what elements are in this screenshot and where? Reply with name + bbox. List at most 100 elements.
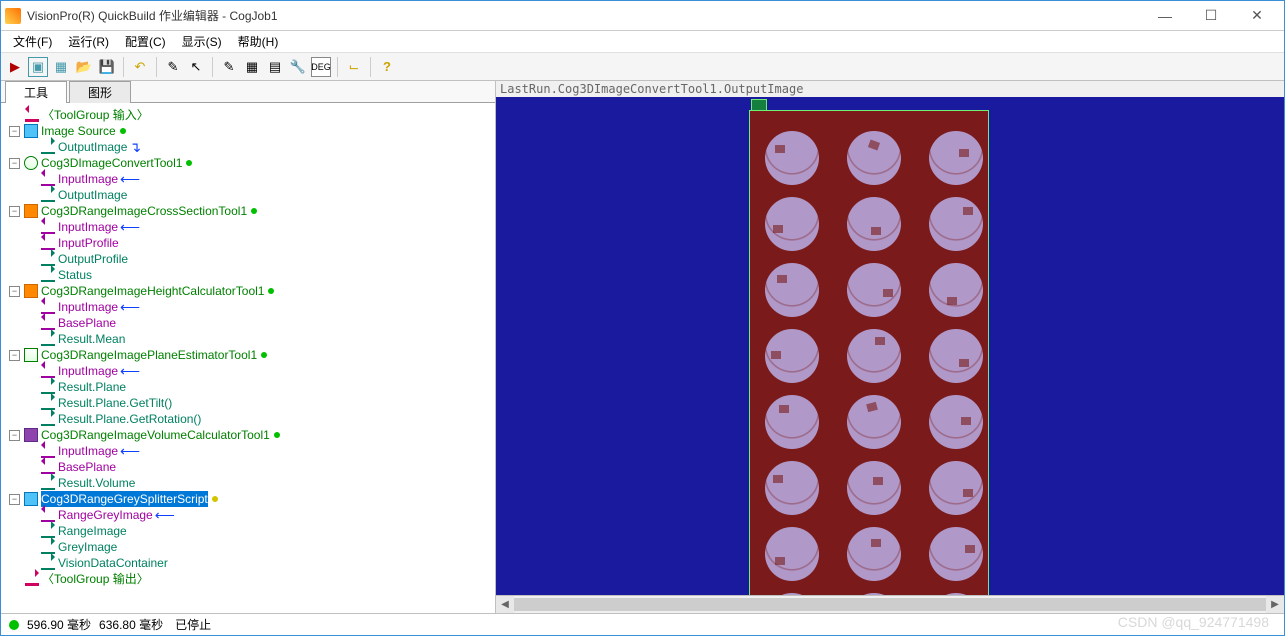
menu-file[interactable]: 文件(F): [7, 31, 58, 52]
expander-icon[interactable]: −: [9, 158, 20, 169]
output-arrow-icon: [41, 556, 55, 570]
output-arrow-icon: [41, 396, 55, 410]
input-arrow-icon: [41, 444, 55, 458]
menu-help[interactable]: 帮助(H): [232, 31, 285, 52]
tool-3d-image-convert[interactable]: Cog3DImageConvertTool1: [41, 155, 182, 171]
tab-tool[interactable]: 工具: [5, 81, 67, 103]
wand-button[interactable]: ✎: [163, 57, 183, 77]
port-output-image[interactable]: OutputImage: [58, 139, 127, 155]
port-result-mean[interactable]: Result.Mean: [58, 331, 125, 347]
open-button[interactable]: 📂: [74, 57, 94, 77]
plane-est-icon: [24, 348, 38, 362]
tool-plane-estimator[interactable]: Cog3DRangeImagePlaneEstimatorTool1: [41, 347, 257, 363]
output-arrow-icon: [41, 524, 55, 538]
run-button[interactable]: ▶: [5, 57, 25, 77]
minimize-button[interactable]: —: [1142, 2, 1188, 30]
edit-button[interactable]: ✎: [219, 57, 239, 77]
axis-button[interactable]: ⌙: [344, 57, 364, 77]
step-button[interactable]: ▣: [28, 57, 48, 77]
output-arrow-icon: [41, 268, 55, 282]
status-dot-icon: [212, 496, 218, 502]
input-arrow-icon: [41, 508, 55, 522]
input-arrow-icon: [41, 460, 55, 474]
tab-graphic[interactable]: 图形: [69, 81, 131, 103]
maximize-button[interactable]: ☐: [1188, 2, 1234, 30]
cross-section-icon: [24, 204, 38, 218]
menu-run[interactable]: 运行(R): [62, 31, 115, 52]
port-input-image[interactable]: InputImage: [58, 363, 118, 379]
port-get-rotation[interactable]: Result.Plane.GetRotation(): [58, 411, 201, 427]
volume-calc-icon: [24, 428, 38, 442]
tool-cross-section[interactable]: Cog3DRangeImageCrossSectionTool1: [41, 203, 247, 219]
port-input-profile[interactable]: InputProfile: [58, 235, 119, 251]
save-button[interactable]: 💾: [97, 57, 117, 77]
input-arrow-icon: [41, 236, 55, 250]
port-status[interactable]: Status: [58, 267, 92, 283]
port-get-tilt[interactable]: Result.Plane.GetTilt(): [58, 395, 172, 411]
expander-icon[interactable]: −: [9, 494, 20, 505]
expander-icon[interactable]: −: [9, 350, 20, 361]
scroll-left-button[interactable]: ◀: [496, 596, 514, 613]
port-output-image[interactable]: OutputImage: [58, 187, 127, 203]
pick-button[interactable]: ↖: [186, 57, 206, 77]
tool-grey-splitter[interactable]: Cog3DRangeGreySplitterScript: [41, 491, 208, 507]
input-arrow-icon: [41, 220, 55, 234]
convert-icon: [24, 156, 38, 170]
app-icon: [5, 8, 21, 24]
expander-icon[interactable]: −: [9, 206, 20, 217]
port-input-image[interactable]: InputImage: [58, 299, 118, 315]
script-button[interactable]: DEG: [311, 57, 331, 77]
link-arrow-icon: ⟵: [120, 445, 140, 457]
help-button[interactable]: ?: [377, 57, 397, 77]
link-arrow-icon: ⟵: [120, 221, 140, 233]
menu-config[interactable]: 配置(C): [119, 31, 172, 52]
port-result-plane[interactable]: Result.Plane: [58, 379, 126, 395]
status-dot-icon: [268, 288, 274, 294]
menu-display[interactable]: 显示(S): [176, 31, 228, 52]
input-arrow-icon: [41, 300, 55, 314]
titlebar: VisionPro(R) QuickBuild 作业编辑器 - CogJob1 …: [1, 1, 1284, 31]
image-caption: LastRun.Cog3DImageConvertTool1.OutputIma…: [496, 81, 1284, 97]
scroll-right-button[interactable]: ▶: [1266, 596, 1284, 613]
port-input-image[interactable]: InputImage: [58, 219, 118, 235]
status-time-1: 596.90 毫秒: [27, 616, 91, 633]
horizontal-scrollbar[interactable]: ◀ ▶: [496, 595, 1284, 613]
window-title: VisionPro(R) QuickBuild 作业编辑器 - CogJob1: [27, 7, 1142, 24]
tool-tree[interactable]: 〈ToolGroup 输入〉 −Image Source OutputImage…: [1, 103, 495, 613]
undo-button[interactable]: ↶: [130, 57, 150, 77]
port-range-image[interactable]: RangeImage: [58, 523, 127, 539]
input-arrow-icon: [41, 364, 55, 378]
expander-icon[interactable]: −: [9, 430, 20, 441]
link-arrow-icon: ⟵: [120, 173, 140, 185]
port-input-image[interactable]: InputImage: [58, 443, 118, 459]
grid-button[interactable]: ▤: [265, 57, 285, 77]
wrench-button[interactable]: 🔧: [288, 57, 308, 77]
port-range-grey-image[interactable]: RangeGreyImage: [58, 507, 153, 523]
port-base-plane[interactable]: BasePlane: [58, 315, 116, 331]
left-tabs: 工具 图形: [1, 81, 495, 103]
output-arrow-icon: [41, 252, 55, 266]
menubar: 文件(F) 运行(R) 配置(C) 显示(S) 帮助(H): [1, 31, 1284, 53]
link-arrow-icon: ⟵: [120, 301, 140, 313]
status-dot-icon: [261, 352, 267, 358]
expander-icon[interactable]: −: [9, 126, 20, 137]
port-result-volume[interactable]: Result.Volume: [58, 475, 135, 491]
close-button[interactable]: ✕: [1234, 2, 1280, 30]
port-grey-image[interactable]: GreyImage: [58, 539, 117, 555]
port-vision-data-container[interactable]: VisionDataContainer: [58, 555, 168, 571]
tool-volume-calc[interactable]: Cog3DRangeImageVolumeCalculatorTool1: [41, 427, 270, 443]
image-viewer[interactable]: [496, 97, 1284, 595]
scroll-thumb[interactable]: [514, 598, 1266, 611]
status-time-2: 636.80 毫秒: [99, 616, 163, 633]
port-output-profile[interactable]: OutputProfile: [58, 251, 128, 267]
expander-icon[interactable]: −: [9, 286, 20, 297]
single-button[interactable]: ▦: [51, 57, 71, 77]
port-base-plane[interactable]: BasePlane: [58, 459, 116, 475]
table-button[interactable]: ▦: [242, 57, 262, 77]
port-input-image[interactable]: InputImage: [58, 171, 118, 187]
output-arrow-icon: [41, 412, 55, 426]
toolgroup-output[interactable]: 〈ToolGroup 输出〉: [42, 571, 149, 587]
tool-height-calc[interactable]: Cog3DRangeImageHeightCalculatorTool1: [41, 283, 264, 299]
toolgroup-input[interactable]: 〈ToolGroup 输入〉: [42, 107, 149, 123]
status-indicator-icon: [9, 620, 19, 630]
